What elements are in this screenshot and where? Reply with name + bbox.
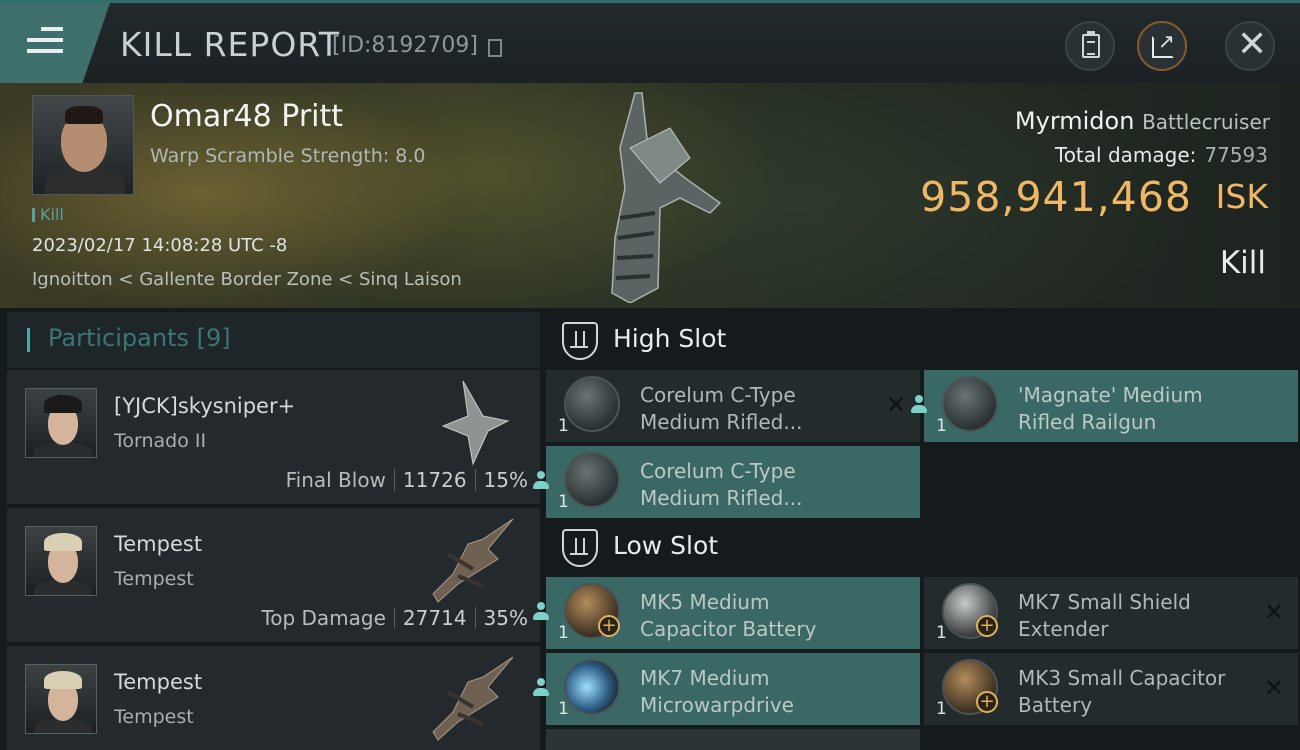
low-slot-title: Low Slot [613,531,719,560]
stat-percent: 15% [483,468,528,492]
clipboard-icon [1082,31,1100,58]
module-name: MK5 Medium Capacitor Battery [640,590,817,641]
kill-tag: Kill [32,205,64,224]
plus-icon: + [976,615,998,637]
share-button[interactable] [1137,21,1187,71]
total-damage-value: 77593 [1204,143,1268,167]
module-quantity: 1 [558,416,569,436]
stat-label: Final Blow [285,468,386,492]
participant-ship-image [432,656,514,741]
close-button[interactable]: ✕ [1225,21,1275,71]
ship-class: Battlecruiser [1142,110,1270,134]
total-damage: Total damage: 77593 [1055,143,1268,167]
isk-unit: ISK [1215,177,1268,216]
destroyed-icon: ✕ [1264,674,1285,702]
kill-location[interactable]: Ignoitton < Gallente Border Zone < Sinq … [32,269,462,290]
share-icon [1152,29,1175,58]
stat-label: Top Damage [261,606,386,630]
avatar [25,664,97,734]
participant-ship: Tornado II [114,430,207,452]
warp-scramble-strength: Warp Scramble Strength: 8.0 [150,145,426,167]
hamburger-icon [27,27,63,57]
total-damage-label: Total damage: [1054,143,1197,167]
victim-ship-image [611,92,722,303]
victim-ship[interactable]: Myrmidon Battlecruiser [1015,107,1270,135]
dropped-person-icon [532,470,550,490]
module-item[interactable]: 1 'Magnate' Medium Rifled Railgun [911,370,1298,442]
destroyed-icon: ✕ [886,391,907,419]
module-item[interactable]: 1 Corelum C-Type Medium Rifled... ✕ [546,370,920,442]
module-item[interactable]: 1 Corelum C-Type Medium Rifled... [533,446,920,518]
module-item[interactable]: + 1 MK7 Small Shield Extender ✕ [924,577,1298,649]
page-title: KILL REPORT [120,25,340,64]
plus-icon: + [976,691,998,713]
participant-stats: Top Damage 27714 35% [261,606,528,630]
participant-ship: Tempest [114,568,194,590]
kill-datetime: 2023/02/17 14:08:28 UTC -8 [32,235,288,256]
dropped-person-icon [532,677,550,697]
copy-icon[interactable] [488,39,502,57]
close-icon: ✕ [1237,24,1268,65]
low-slot-header: Low Slot [546,517,1300,579]
participant-name: [YJCK]skysniper+ [114,394,296,418]
stat-damage: 11726 [402,468,467,492]
module-item[interactable]: + 1 MK3 Small Capacitor Battery ✕ [924,653,1298,725]
stat-damage: 27714 [402,606,467,630]
header-bar: KILL REPORT [ID:8192709] ✕ [0,0,1300,83]
menu-button[interactable] [0,3,110,83]
stat-percent: 35% [483,606,528,630]
participant-name: Tempest [114,670,203,694]
avatar [25,388,97,458]
module-quantity: 1 [936,699,947,719]
high-slot-header: High Slot [546,310,1300,372]
module-name: Corelum C-Type Medium Rifled... [640,383,803,434]
participant-ship-image [441,380,510,466]
participant-ship-image [432,518,514,603]
participant-card[interactable]: Tempest Tempest Top Damage 27714 35% [7,508,540,642]
report-id: [ID:8192709] [332,33,478,58]
turret-icon [564,452,620,508]
victim-name[interactable]: Omar48 Pritt [150,99,343,134]
participant-stats: Final Blow 11726 15% [286,468,528,492]
turret-icon [942,376,998,432]
module-item[interactable]: 1 MK7 Medium Microwarpdrive [533,653,920,725]
module-quantity: 1 [558,492,569,512]
module-name: MK7 Medium Microwarpdrive [640,666,794,717]
participant-card[interactable]: [YJCK]skysniper+ Tornado II Final Blow 11… [7,370,540,504]
high-slot-icon [562,322,598,360]
participants-count: [9] [196,324,231,352]
participant-name: Tempest [114,532,203,556]
module-item[interactable]: + 1 MK5 Medium Capacitor Battery [533,577,920,649]
turret-icon [564,376,620,432]
dropped-person-icon [910,394,928,414]
isk-value: 958,941,468 [920,173,1192,221]
module-name: MK3 Small Capacitor Battery [1018,666,1226,717]
module-quantity: 1 [936,416,947,436]
plus-icon: + [598,615,620,637]
module-item[interactable] [546,729,920,750]
ship-name: Myrmidon [1014,107,1135,135]
clipboard-button[interactable] [1065,21,1115,71]
dropped-person-icon [532,601,550,621]
module-quantity: 1 [558,699,569,719]
module-name: 'Magnate' Medium Rifled Railgun [1018,383,1203,434]
microwarpdrive-icon [564,659,620,715]
result-label: Kill [1219,245,1266,281]
participants-header: Participants [9] [7,312,540,368]
participants-title: Participants [48,324,189,352]
module-quantity: 1 [936,623,947,643]
module-name: MK7 Small Shield Extender [1018,590,1191,641]
avatar [25,526,97,596]
module-quantity: 1 [558,623,569,643]
low-slot-icon [562,529,598,567]
kill-summary-banner: Omar48 Pritt Warp Scramble Strength: 8.0… [0,83,1300,308]
high-slot-title: High Slot [613,324,727,353]
destroyed-icon: ✕ [1264,598,1285,626]
participant-ship: Tempest [114,706,194,728]
victim-avatar[interactable] [32,95,134,195]
participant-card[interactable]: Tempest Tempest [7,646,540,750]
module-name: Corelum C-Type Medium Rifled... [640,459,803,510]
